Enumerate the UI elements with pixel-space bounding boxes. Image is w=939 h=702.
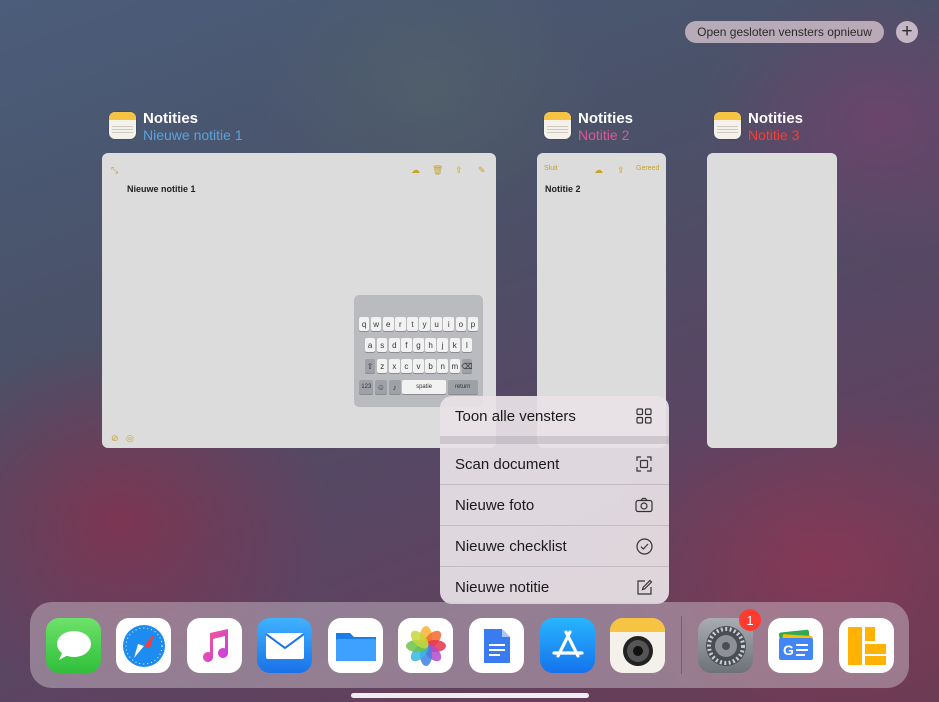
menu-item-label: Toon alle vensters [455,407,576,425]
collaborate-icon: ☁ [411,165,420,175]
menu-item-label: Scan document [455,455,560,473]
note-title: Nieuwe notitie 1 [127,184,196,194]
emoji-icon[interactable]: ☺ [374,380,387,394]
numbers-key[interactable]: 123 [359,380,374,394]
safari-icon[interactable] [116,618,171,673]
keyboard-key[interactable]: z [376,359,388,373]
window-app-name: Notities [748,110,804,127]
files-icon[interactable] [328,618,383,673]
window-subtitle: Notitie 3 [748,127,800,143]
trash-icon: 🗑 [432,165,444,175]
done-label: Gereed [636,165,660,172]
keyboard-row: qwertyuiop [357,317,480,331]
notes-app-icon [714,112,741,139]
keyboard-key[interactable]: u [431,317,442,331]
compose-icon: ✎ [478,165,486,175]
keyboard-key[interactable]: p [467,317,479,331]
menu-scan-document[interactable]: Scan document [440,444,669,484]
keyboard-key[interactable]: c [401,359,412,373]
notes-app-icon [544,112,571,139]
menu-item-label: Nieuwe foto [455,496,535,514]
close-label: Sluit [544,165,558,172]
keyboard-row: ⇧ z x c v b n m ⌫ [357,359,480,373]
window-header-1: Notities Nieuwe notitie 1 [109,110,243,144]
camera-small-icon: ◎ [126,433,134,443]
keyboard-key[interactable]: k [449,338,461,352]
scan-icon [634,454,654,474]
home-indicator[interactable] [351,693,589,698]
window-app-name: Notities [578,110,634,127]
music-icon[interactable] [187,618,242,673]
keyboard-key[interactable]: m [449,359,461,373]
compose-icon [634,577,654,597]
dock-divider [681,616,682,674]
keyboard-key[interactable]: j [437,338,448,352]
checklist-icon: ⊘ [111,433,119,443]
note-title: Notitie 2 [545,184,581,194]
add-window-button[interactable]: + [896,21,918,43]
camera-icon [634,495,654,515]
keyboard-key[interactable]: e [383,317,394,331]
keyboard-row: 123 ☺ ♪ spatie return [357,380,480,394]
keyboard-key[interactable]: b [425,359,436,373]
keyboard-key[interactable]: t [407,317,418,331]
collapse-icon: ⤡ [111,165,119,175]
window-subtitle: Notitie 2 [578,127,630,143]
backspace-icon[interactable]: ⌫ [461,359,473,373]
keyboard-key[interactable]: s [376,338,388,352]
settings-notification-badge: 1 [739,609,761,631]
keyboard-key[interactable]: h [425,338,436,352]
return-key[interactable]: return [447,380,478,394]
menu-new-note[interactable]: Nieuwe notitie [440,567,669,604]
context-menu: Toon alle vensters Scan document Nieuwe … [440,396,669,604]
window-thumbnail-3[interactable] [707,153,837,448]
keyboard-key[interactable]: r [395,317,406,331]
window-app-name: Notities [143,110,199,127]
menu-item-label: Nieuwe notitie [455,578,550,596]
menu-show-all-windows[interactable]: Toon alle vensters [440,396,669,436]
checkmark-circle-icon [634,536,654,556]
window-subtitle: Nieuwe notitie 1 [143,127,243,143]
keyboard-key[interactable]: l [461,338,473,352]
notes-icon[interactable] [610,618,665,673]
reopen-closed-windows-button[interactable]: Open gesloten vensters opnieuw [685,21,884,43]
share-icon: ⇪ [617,165,625,175]
keyboard-key[interactable]: g [413,338,424,352]
keynote-icon[interactable] [839,618,894,673]
keyboard-key[interactable]: a [364,338,376,352]
news-icon[interactable]: G [768,618,823,673]
keyboard-key[interactable]: d [389,338,400,352]
floating-keyboard: qwertyuiop asdfghjkl ⇧ z x c v b n m ⌫ 123 ☺ ♪ s… [354,295,483,407]
notes-app-icon [109,112,136,139]
keyboard-key[interactable]: v [413,359,424,373]
keyboard-key[interactable]: f [401,338,412,352]
photos-icon[interactable] [398,618,453,673]
keyboard-key[interactable]: n [437,359,448,373]
keyboard-key[interactable]: i [443,317,454,331]
svg-text:G: G [783,642,794,658]
window-header-3: Notities Notitie 3 [714,110,803,144]
grid-icon [634,406,654,426]
microphone-icon[interactable]: ♪ [388,380,401,394]
docs-icon[interactable] [469,618,524,673]
mail-icon[interactable] [257,618,312,673]
messages-icon[interactable] [46,618,101,673]
share-icon: ⇪ [455,165,463,175]
keyboard-row: asdfghjkl [357,338,480,352]
menu-item-label: Nieuwe checklist [455,537,567,555]
keyboard-key[interactable]: q [358,317,370,331]
space-key[interactable]: spatie [402,380,447,394]
window-header-2: Notities Notitie 2 [544,110,633,144]
shift-icon[interactable]: ⇧ [364,359,376,373]
collaborate-icon: ☁ [594,165,603,175]
menu-group-gap [440,436,669,444]
menu-new-photo[interactable]: Nieuwe foto [440,485,669,525]
app-store-icon[interactable] [540,618,595,673]
keyboard-key[interactable]: o [455,317,467,331]
keyboard-key[interactable]: x [389,359,400,373]
keyboard-key[interactable]: y [419,317,430,331]
menu-new-checklist[interactable]: Nieuwe checklist [440,526,669,566]
keyboard-key[interactable]: w [370,317,382,331]
